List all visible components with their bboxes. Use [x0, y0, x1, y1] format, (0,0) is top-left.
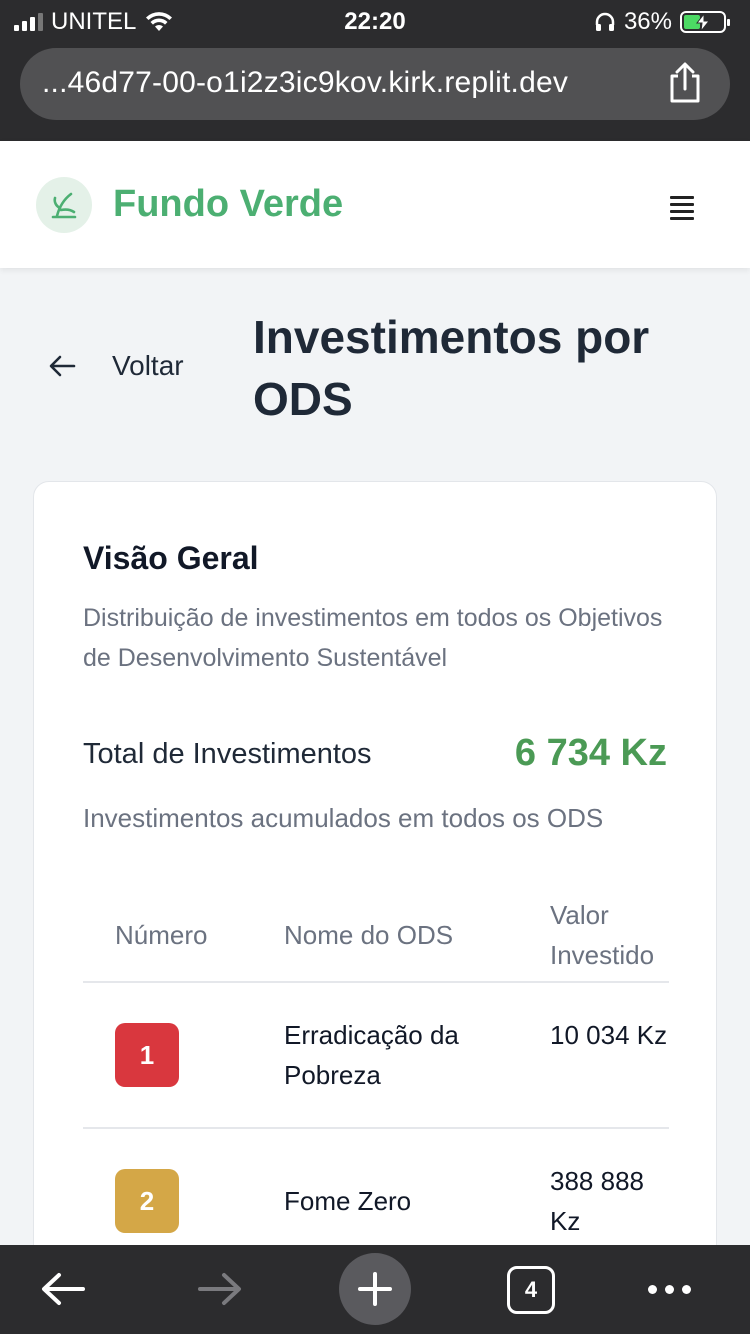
- back-button[interactable]: Voltar: [48, 350, 184, 382]
- hamburger-menu-icon[interactable]: [670, 196, 694, 220]
- total-label: Total de Investimentos: [83, 738, 372, 770]
- browser-forward-icon[interactable]: [190, 1259, 250, 1319]
- leaf-logo-icon[interactable]: [36, 177, 92, 233]
- tabs-button[interactable]: 4: [507, 1266, 555, 1314]
- new-tab-plus-icon[interactable]: [339, 1253, 411, 1325]
- arrow-left-icon: [49, 355, 76, 377]
- status-bar: UNITEL 22:20 36%: [0, 0, 750, 42]
- ods-value: 388 888 Kz: [550, 1166, 644, 1236]
- brand-name[interactable]: Fundo Verde: [113, 183, 343, 226]
- back-label: Voltar: [112, 350, 184, 381]
- total-value: 6 734 Kz: [514, 732, 667, 774]
- column-header-name: Nome do ODS: [284, 920, 454, 950]
- battery-charging-icon: [680, 11, 730, 33]
- battery-percent: 36%: [623, 8, 672, 35]
- ods-value: 10 034 Kz: [550, 1020, 668, 1050]
- column-header-value: Valor Investido: [550, 900, 655, 970]
- page-title: Investimentos por ODS: [253, 311, 650, 425]
- card-description: Distribuição de investimentos em todos o…: [83, 604, 663, 672]
- table-divider: [83, 1127, 669, 1129]
- total-subtitle: Investimentos acumulados em todos os ODS: [83, 803, 604, 833]
- address-bar[interactable]: ...46d77-00-o1i2z3ic9kov.kirk.replit.dev: [20, 48, 730, 120]
- app-header: Fundo Verde: [0, 141, 750, 268]
- browser-toolbar: 4: [0, 1245, 750, 1334]
- url-text[interactable]: ...46d77-00-o1i2z3ic9kov.kirk.replit.dev: [42, 66, 568, 100]
- ods-number-badge: 2: [115, 1169, 179, 1233]
- browser-back-icon[interactable]: [33, 1259, 93, 1319]
- ods-number-badge: 1: [115, 1023, 179, 1087]
- card-title: Visão Geral: [83, 540, 259, 576]
- column-header-number: Número: [115, 920, 208, 950]
- more-options-icon[interactable]: [648, 1285, 691, 1294]
- overview-card: Visão Geral Distribuição de investimento…: [33, 481, 717, 1261]
- ods-name: Erradicação da Pobreza: [284, 1020, 459, 1090]
- headphones-icon: [595, 12, 615, 31]
- browser-top-chrome: UNITEL 22:20 36% ...46d77-00-o1i2z3ic9ko…: [0, 0, 750, 141]
- share-icon[interactable]: [666, 62, 704, 104]
- ods-name: Fome Zero: [284, 1186, 412, 1216]
- table-divider: [83, 981, 669, 983]
